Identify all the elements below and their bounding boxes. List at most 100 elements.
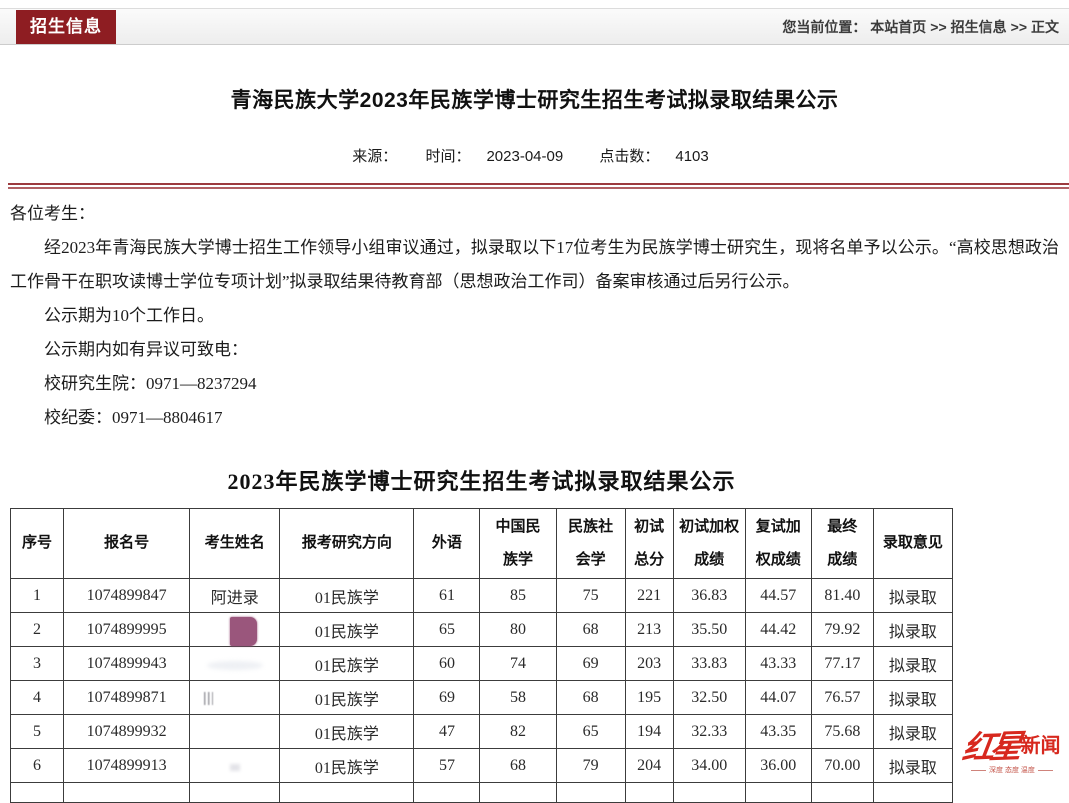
table-row: 5107489993201民族学47826519432.3343.3575.68…	[11, 715, 953, 749]
breadcrumb-item-3: 正文	[1031, 19, 1059, 35]
table-header-row: 序号报名号考生姓名报考研究方向外语中国民 族学民族社 会学初试 总分初试加权 成…	[11, 509, 953, 579]
name-redaction-mark	[204, 692, 213, 705]
column-header-initial_total: 初试 总分	[625, 509, 673, 579]
empty-cell	[625, 783, 673, 803]
article-content: 青海民族大学2023年民族学博士研究生招生考试拟录取结果公示 来源： 时间：20…	[0, 0, 1069, 803]
meta-time: 时间：2023-04-09	[417, 148, 571, 165]
cell-foreign_lang: 47	[414, 715, 480, 749]
table-row: 11074899847阿进录01民族学61857522136.8344.5781…	[11, 579, 953, 613]
breadcrumb-item-2[interactable]: 招生信息	[951, 19, 1007, 35]
cell-decision: 拟录取	[873, 613, 952, 647]
article-body: 各位考生： 经2023年青海民族大学博士招生工作领导小组审议通过，拟录取以下17…	[10, 197, 1059, 435]
cell-reg_no: 1074899943	[64, 647, 190, 681]
cell-ethnic_sociology: 69	[556, 647, 625, 681]
cell-ethnic_sociology: 75	[556, 579, 625, 613]
cell-reg_no: 1074899913	[64, 749, 190, 783]
cell-chinese_ethnology: 58	[480, 681, 556, 715]
cell-decision: 拟录取	[873, 647, 952, 681]
top-navigation-bar: 招生信息 您当前位置： 本站首页>>招生信息>>正文	[0, 8, 1069, 45]
cell-chinese_ethnology: 80	[480, 613, 556, 647]
cell-final_score: 70.00	[811, 749, 873, 783]
breadcrumb-label: 您当前位置：	[782, 19, 866, 35]
admission-results-table: 序号报名号考生姓名报考研究方向外语中国民 族学民族社 会学初试 总分初试加权 成…	[10, 508, 953, 803]
table-row: 4107489987101民族学69586819532.5044.0776.57…	[11, 681, 953, 715]
cell-retest_weighted: 36.00	[745, 749, 811, 783]
cell-direction: 01民族学	[280, 647, 414, 681]
cell-seq: 4	[11, 681, 64, 715]
cell-reg_no: 1074899847	[64, 579, 190, 613]
cell-seq: 3	[11, 647, 64, 681]
name-redaction-mark	[230, 617, 257, 646]
cell-initial_weighted: 32.50	[673, 681, 745, 715]
table-title: 2023年民族学博士研究生招生考试拟录取结果公示	[10, 464, 953, 496]
breadcrumb: 您当前位置： 本站首页>>招生信息>>正文	[782, 17, 1059, 37]
logo-text: 新闻	[1021, 736, 1061, 756]
empty-cell	[190, 783, 280, 803]
cell-ethnic_sociology: 68	[556, 681, 625, 715]
breadcrumb-item-1[interactable]: 本站首页	[870, 19, 926, 35]
empty-cell	[556, 783, 625, 803]
table-row-partial	[11, 783, 953, 803]
empty-cell	[873, 783, 952, 803]
public-period-line: 公示期为10个工作日。	[10, 299, 1059, 333]
cell-seq: 2	[11, 613, 64, 647]
column-header-direction: 报考研究方向	[280, 509, 414, 579]
logo-tagline: 深度 态度 温度	[958, 765, 1066, 775]
empty-cell	[280, 783, 414, 803]
column-header-name: 考生姓名	[190, 509, 280, 579]
cell-ethnic_sociology: 65	[556, 715, 625, 749]
column-header-retest_weighted: 复试加 权成绩	[745, 509, 811, 579]
cell-chinese_ethnology: 74	[480, 647, 556, 681]
page-title: 青海民族大学2023年民族学博士研究生招生考试拟录取结果公示	[0, 84, 1069, 114]
empty-cell	[811, 783, 873, 803]
cell-decision: 拟录取	[873, 681, 952, 715]
name-redaction-mark	[230, 764, 240, 771]
cell-initial_weighted: 36.83	[673, 579, 745, 613]
red-star-news-logo: 红星新闻	[958, 731, 1066, 763]
cell-initial_total: 213	[625, 613, 673, 647]
cell-reg_no: 1074899871	[64, 681, 190, 715]
cell-decision: 拟录取	[873, 715, 952, 749]
logo-script-text: 红星	[961, 730, 1020, 764]
cell-retest_weighted: 44.07	[745, 681, 811, 715]
cell-reg_no: 1074899932	[64, 715, 190, 749]
cell-direction: 01民族学	[280, 681, 414, 715]
grad-school-phone-line: 校研究生院：0971—8237294	[10, 367, 1059, 401]
cell-ethnic_sociology: 79	[556, 749, 625, 783]
empty-cell	[414, 783, 480, 803]
cell-reg_no: 1074899995	[64, 613, 190, 647]
candidate-name-cell	[190, 749, 280, 783]
cell-initial_total: 194	[625, 715, 673, 749]
cell-final_score: 75.68	[811, 715, 873, 749]
salutation: 各位考生：	[10, 197, 1059, 231]
cell-retest_weighted: 43.35	[745, 715, 811, 749]
empty-cell	[673, 783, 745, 803]
cell-chinese_ethnology: 68	[480, 749, 556, 783]
main-paragraph: 经2023年青海民族大学博士招生工作领导小组审议通过，拟录取以下17位考生为民族…	[10, 231, 1059, 299]
cell-initial_weighted: 35.50	[673, 613, 745, 647]
empty-cell	[480, 783, 556, 803]
cell-direction: 01民族学	[280, 613, 414, 647]
breadcrumb-separator: >>	[930, 19, 946, 35]
empty-cell	[64, 783, 190, 803]
article-meta: 来源： 时间：2023-04-09 点击数：4103	[0, 145, 1069, 166]
column-header-foreign_lang: 外语	[414, 509, 480, 579]
table-row: 6107489991301民族学57687920434.0036.0070.00…	[11, 749, 953, 783]
red-star-news-watermark: 红星新闻 深度 态度 温度	[958, 729, 1066, 778]
cell-seq: 6	[11, 749, 64, 783]
cell-direction: 01民族学	[280, 579, 414, 613]
table-row: 2107489999501民族学65806821335.5044.4279.92…	[11, 613, 953, 647]
cell-foreign_lang: 65	[414, 613, 480, 647]
meta-source-label: 来源：	[352, 148, 397, 165]
cell-chinese_ethnology: 85	[480, 579, 556, 613]
cell-decision: 拟录取	[873, 579, 952, 613]
section-badge[interactable]: 招生信息	[16, 10, 116, 44]
candidate-name-cell	[190, 613, 280, 647]
cell-final_score: 77.17	[811, 647, 873, 681]
cell-initial_total: 221	[625, 579, 673, 613]
cell-ethnic_sociology: 68	[556, 613, 625, 647]
cell-decision: 拟录取	[873, 749, 952, 783]
empty-cell	[11, 783, 64, 803]
column-header-seq: 序号	[11, 509, 64, 579]
cell-final_score: 81.40	[811, 579, 873, 613]
